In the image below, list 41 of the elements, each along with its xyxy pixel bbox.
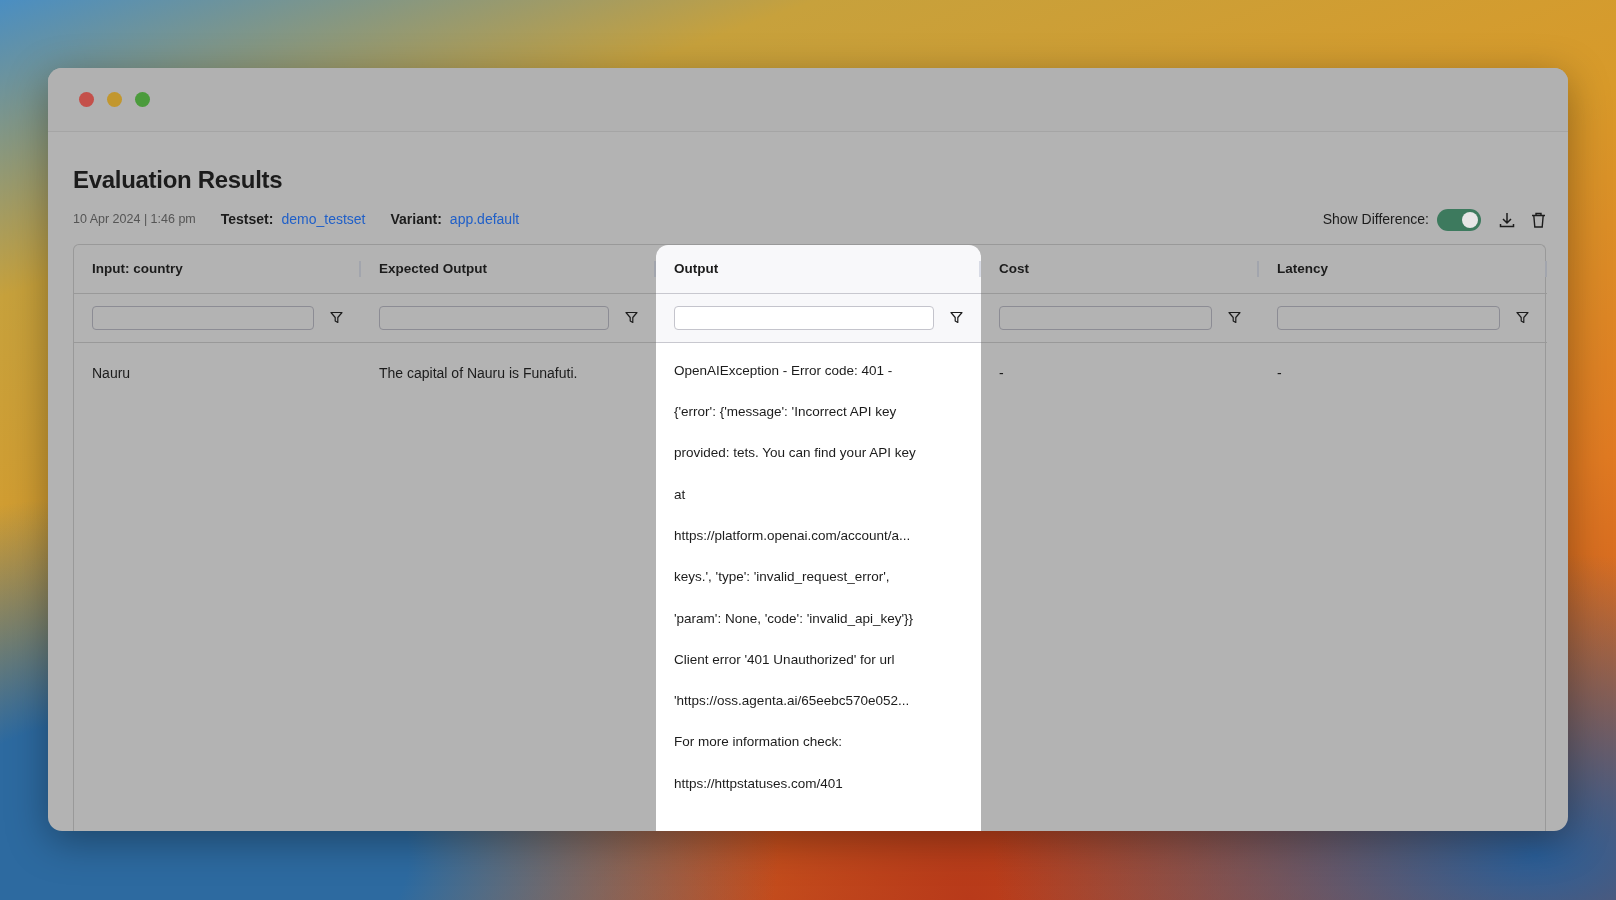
filter-icon[interactable] bbox=[950, 311, 963, 325]
column-header: Latency bbox=[1259, 244, 1547, 294]
column-header: Expected Output bbox=[361, 244, 656, 294]
output-line: at bbox=[674, 485, 687, 504]
table-cell: - bbox=[1277, 364, 1282, 381]
date-text: 10 Apr 2024 | 1:46 pm bbox=[73, 211, 196, 229]
table-cell: Nauru bbox=[92, 364, 131, 381]
output-line: 'param': None, 'code': 'invalid_api_key'}} bbox=[674, 609, 915, 628]
testset-label: Testset: bbox=[220, 210, 274, 230]
output-line: 'https://oss.agenta.ai/65eebc570e052... bbox=[674, 692, 911, 711]
output-line: https://httpstatuses.com/401 bbox=[674, 774, 844, 793]
filter-icon[interactable] bbox=[1228, 311, 1241, 325]
show-difference-label: Show Difference: bbox=[1322, 210, 1429, 230]
filter-icon[interactable] bbox=[330, 311, 343, 325]
column-header: Input: country bbox=[74, 244, 361, 294]
variant-label: Variant: bbox=[390, 210, 442, 230]
column-header: Output bbox=[656, 244, 981, 294]
filter-field[interactable] bbox=[999, 305, 1212, 330]
output-line: OpenAIException - Error code: 401 - bbox=[674, 361, 894, 380]
variant-link[interactable]: app.default bbox=[449, 209, 520, 231]
testset-link[interactable]: demo_testset bbox=[281, 209, 366, 231]
output-line: keys.', 'type': 'invalid_request_error', bbox=[674, 568, 891, 587]
table-cell: The capital of Nauru is Funafuti. bbox=[379, 364, 578, 381]
show-difference-toggle[interactable] bbox=[1437, 208, 1481, 231]
output-line: For more information check: bbox=[674, 733, 844, 752]
close-button[interactable] bbox=[79, 92, 94, 107]
output-line: provided: tets. You can find your API key bbox=[674, 444, 917, 463]
filter-field[interactable] bbox=[92, 305, 314, 330]
output-line: {'error': {'message': 'Incorrect API key bbox=[674, 403, 898, 422]
filter-field[interactable] bbox=[1277, 305, 1500, 330]
column-header: Cost bbox=[981, 244, 1259, 294]
output-line: https://platform.openai.com/account/a... bbox=[674, 527, 912, 545]
filter-icon[interactable] bbox=[625, 311, 638, 325]
delete-icon[interactable] bbox=[1531, 211, 1546, 228]
output-line: Client error '401 Unauthorized' for url bbox=[674, 650, 896, 669]
filter-field[interactable] bbox=[379, 305, 609, 330]
table-cell: - bbox=[999, 364, 1004, 381]
page-title: Evaluation Results bbox=[73, 166, 284, 195]
filter-icon[interactable] bbox=[1516, 311, 1529, 325]
filter-field[interactable] bbox=[674, 305, 934, 330]
download-icon[interactable] bbox=[1499, 211, 1515, 228]
